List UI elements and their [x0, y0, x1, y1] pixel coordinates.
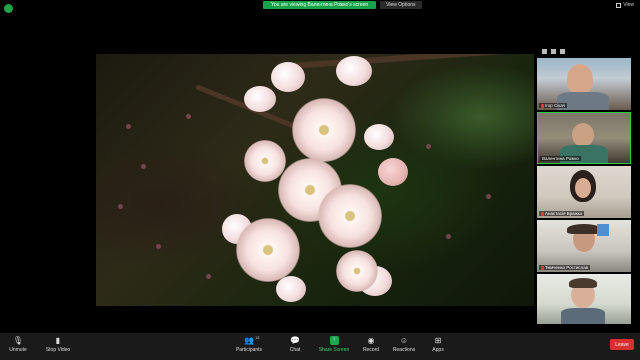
participant-video	[560, 145, 608, 163]
participant-video	[567, 64, 593, 94]
participant-name: Анастасія Бражко	[545, 211, 583, 216]
shield-icon	[4, 4, 13, 13]
petal	[244, 86, 276, 112]
chat-icon: 💬	[290, 336, 300, 345]
gallery-controls	[536, 47, 632, 56]
participant-video	[575, 178, 591, 198]
participant-tile[interactable]: Анастасія Бражко	[537, 166, 631, 218]
petal	[276, 276, 306, 302]
participant-video	[561, 308, 605, 324]
apple-blossom	[244, 140, 286, 182]
participant-video	[567, 224, 601, 234]
view-button[interactable]: View	[616, 2, 634, 8]
view-label: View	[623, 2, 634, 8]
flower-bud	[156, 244, 161, 249]
microphone-muted-icon	[541, 211, 544, 216]
meeting-toolbar: 🎙 Unmute ▮ Stop Video 👥 15 Participants …	[0, 333, 640, 360]
participant-tile-active[interactable]: Валентина Рожко	[537, 112, 631, 164]
leave-button[interactable]: Leave	[610, 339, 634, 350]
stop-video-button[interactable]: ▮ Stop Video	[38, 336, 78, 353]
flower-bud	[486, 194, 491, 199]
flower-bud	[426, 144, 431, 149]
viewing-screen-label: You are viewing Валентина Рожко's screen	[263, 0, 377, 9]
view-options-button[interactable]: View Options	[380, 0, 422, 9]
petal	[378, 158, 408, 186]
participant-tile[interactable]: Ігор Сікач	[537, 58, 631, 110]
flower-bud	[141, 164, 146, 169]
apps-icon: ⊞	[434, 336, 442, 345]
chat-button[interactable]: 💬 Chat	[275, 336, 315, 353]
grid-view-icon[interactable]	[542, 49, 547, 54]
grid-view-icon[interactable]	[551, 49, 556, 54]
petal	[364, 124, 394, 150]
participants-count: 15	[255, 335, 260, 340]
petal	[271, 62, 305, 92]
flower-bud	[446, 234, 451, 239]
microphone-muted-icon	[541, 265, 544, 270]
video-camera-icon: ▮	[55, 336, 61, 345]
share-screen-button[interactable]: ↑ Share Screen	[314, 336, 354, 353]
apple-blossom	[318, 184, 382, 248]
participant-tile[interactable]	[537, 274, 631, 324]
apple-blossom	[336, 250, 378, 292]
branch	[275, 54, 534, 70]
flower-bud	[126, 124, 131, 129]
share-screen-icon: ↑	[329, 336, 339, 345]
apps-button[interactable]: ⊞ Apps	[418, 336, 458, 353]
grid-view-icon	[616, 2, 622, 8]
apple-blossom	[292, 98, 356, 162]
participants-icon: 👥	[244, 336, 254, 345]
apple-blossom	[236, 218, 300, 282]
participant-video	[569, 278, 597, 288]
microphone-muted-icon	[541, 103, 544, 108]
participant-name: Тимченко Ростислав	[545, 265, 589, 270]
flower-bud	[186, 114, 191, 119]
microphone-muted-icon: 🎙	[12, 336, 24, 345]
participant-name: Ігор Сікач	[545, 103, 566, 108]
shared-screen	[96, 54, 534, 306]
participant-tile[interactable]: Тимченко Ростислав	[537, 220, 631, 272]
unmute-button[interactable]: 🎙 Unmute	[0, 336, 38, 353]
petal	[336, 56, 372, 86]
participant-video	[597, 224, 609, 236]
screen-share-banner: You are viewing Валентина Рожко's screen…	[263, 0, 422, 9]
record-icon: ◉	[367, 336, 375, 345]
flower-bud	[118, 204, 123, 209]
grid-view-icon[interactable]	[560, 49, 565, 54]
participant-name: Валентина Рожко	[540, 156, 581, 161]
participant-video	[572, 123, 594, 147]
participants-button[interactable]: 👥 15 Participants	[229, 335, 269, 353]
reactions-icon: ☺	[399, 336, 409, 345]
flower-bud	[206, 274, 211, 279]
